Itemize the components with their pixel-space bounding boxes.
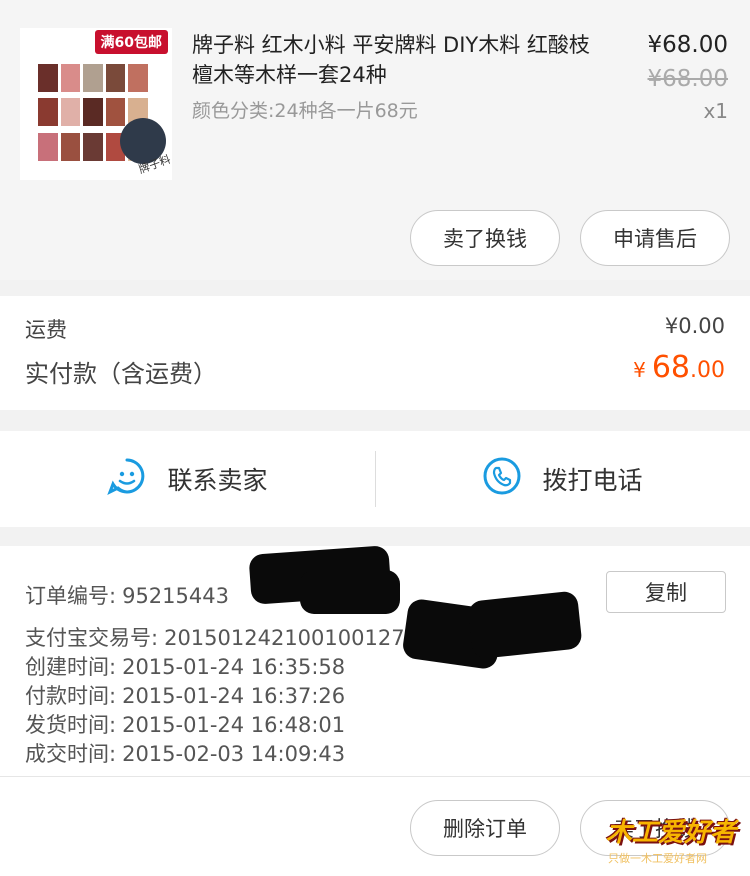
alipay-number-label: 支付宝交易号: <box>25 626 159 650</box>
closed-time-value: 2015-02-03 14:09:43 <box>122 742 346 766</box>
sell-for-cash-button[interactable]: 卖了换钱 <box>410 210 560 266</box>
created-time-row: 创建时间: 2015-01-24 16:35:58 <box>25 651 345 681</box>
after-sale-button[interactable]: 申请售后 <box>580 210 730 266</box>
paid-decimal: .00 <box>690 358 725 383</box>
contact-bar: 联系卖家 拨打电话 <box>0 431 750 527</box>
created-time-value: 2015-01-24 16:35:58 <box>122 655 346 679</box>
product-card[interactable]: 满60包邮 牌子料 牌子料 红木小料 平安牌料 DIY木料 红酸枝 檀木等木样一… <box>0 0 750 280</box>
created-time-label: 创建时间: <box>25 655 117 679</box>
paid-time-label: 付款时间: <box>25 684 117 708</box>
copy-button[interactable]: 复制 <box>606 571 726 613</box>
shipped-time-row: 发货时间: 2015-01-24 16:48:01 <box>25 709 345 739</box>
redaction-mark <box>300 570 400 614</box>
delete-order-button[interactable]: 删除订单 <box>410 800 560 856</box>
product-variant: 颜色分类:24种各一片68元 <box>192 100 418 122</box>
call-phone-button[interactable]: 拨打电话 <box>375 431 750 527</box>
smiley-chat-icon <box>107 456 147 502</box>
paid-amount-value: ¥68.00 <box>633 350 725 385</box>
alipay-number-row: 支付宝交易号: 201501242100100127001 <box>25 622 445 652</box>
product-title[interactable]: 牌子料 红木小料 平安牌料 DIY木料 红酸枝 檀木等木样一套24种 <box>192 30 607 90</box>
contact-seller-button[interactable]: 联系卖家 <box>0 431 375 527</box>
paid-time-row: 付款时间: 2015-01-24 16:37:26 <box>25 680 345 710</box>
product-thumbnail[interactable]: 满60包邮 牌子料 <box>20 28 172 180</box>
redaction-mark <box>467 590 583 660</box>
paid-currency: ¥ <box>633 358 646 382</box>
paid-time-value: 2015-01-24 16:37:26 <box>122 684 346 708</box>
cost-summary: 运费 ¥0.00 实付款（含运费） ¥68.00 <box>0 296 750 410</box>
order-number-value: 95215443 <box>122 584 229 608</box>
order-number-label: 订单编号: <box>25 584 117 608</box>
product-quantity: x1 <box>703 99 728 123</box>
shipped-time-label: 发货时间: <box>25 713 117 737</box>
watermark-subtitle: 只做一木工爱好者网 <box>608 852 707 865</box>
shipping-label: 运费 <box>25 318 67 342</box>
phone-icon <box>482 456 522 502</box>
free-shipping-badge: 满60包邮 <box>94 30 168 54</box>
order-number-row: 订单编号: 95215443 <box>25 580 229 610</box>
info-separator <box>0 776 750 777</box>
product-original-price: ¥68.00 <box>647 66 728 92</box>
shipping-value: ¥0.00 <box>664 314 725 338</box>
closed-time-row: 成交时间: 2015-02-03 14:09:43 <box>25 738 345 768</box>
call-phone-label: 拨打电话 <box>542 466 643 495</box>
watermark-brand: 木工爱好者 <box>606 818 737 848</box>
paid-amount-label: 实付款（含运费） <box>25 360 217 388</box>
contact-seller-label: 联系卖家 <box>167 466 268 495</box>
paid-integer: 68 <box>651 350 690 385</box>
product-price: ¥68.00 <box>647 32 728 58</box>
closed-time-label: 成交时间: <box>25 742 117 766</box>
site-watermark: 木工爱好者 只做一木工爱好者网 <box>606 812 736 872</box>
shipped-time-value: 2015-01-24 16:48:01 <box>122 713 346 737</box>
